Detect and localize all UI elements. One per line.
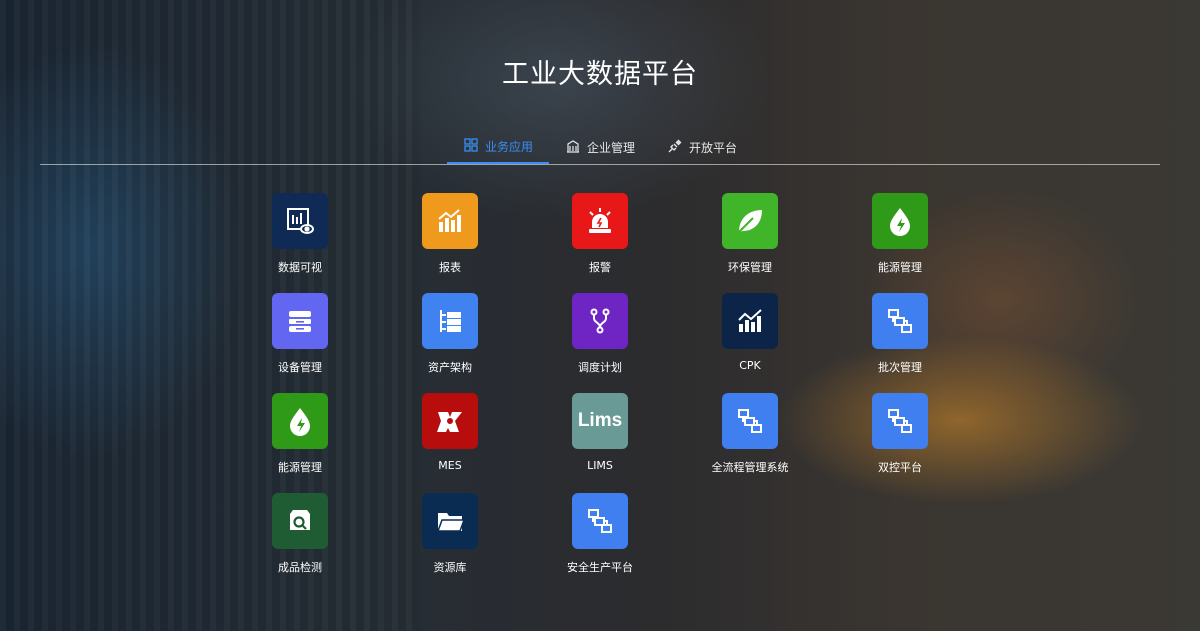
app-label: LIMS bbox=[587, 459, 613, 472]
energy-drop-icon bbox=[272, 393, 328, 449]
flow-nodes-icon bbox=[722, 393, 778, 449]
app-label: 资源库 bbox=[433, 561, 467, 574]
flow-nodes-icon bbox=[572, 493, 628, 549]
app-label: 全流程管理系统 bbox=[711, 461, 789, 474]
plug-icon bbox=[667, 138, 683, 157]
branch-icon bbox=[572, 293, 628, 349]
app-label: MES bbox=[438, 459, 462, 472]
app-environmental-management[interactable]: 环保管理 bbox=[675, 193, 825, 293]
app-label: 双控平台 bbox=[878, 461, 922, 474]
report-chart-icon bbox=[422, 193, 478, 249]
app-report[interactable]: 报表 bbox=[375, 193, 525, 293]
tab-divider bbox=[40, 164, 1160, 165]
app-label: 环保管理 bbox=[728, 261, 772, 274]
tab-business-apps[interactable]: 业务应用 bbox=[446, 130, 549, 164]
app-label: 批次管理 bbox=[878, 361, 922, 374]
app-label: 安全生产平台 bbox=[567, 561, 633, 574]
app-scheduling-plan[interactable]: 调度计划 bbox=[525, 293, 675, 393]
app-dual-control-platform[interactable]: 双控平台 bbox=[825, 393, 975, 493]
device-box-icon bbox=[272, 293, 328, 349]
app-product-inspection[interactable]: 成品检测 bbox=[225, 493, 375, 593]
tri-node-icon bbox=[422, 393, 478, 449]
app-label: 能源管理 bbox=[878, 261, 922, 274]
tree-list-icon bbox=[422, 293, 478, 349]
flow-nodes-icon bbox=[872, 293, 928, 349]
building-icon bbox=[565, 138, 581, 157]
lims-logo-text: Lims bbox=[577, 410, 623, 431]
app-label: 能源管理 bbox=[278, 461, 322, 474]
app-label: 数据可视 bbox=[278, 261, 322, 274]
app-label: 报表 bbox=[439, 261, 461, 274]
tab-label: 开放平台 bbox=[689, 140, 738, 155]
app-label: 资产架构 bbox=[428, 361, 472, 374]
flow-nodes-icon bbox=[872, 393, 928, 449]
tab-label: 业务应用 bbox=[484, 139, 533, 154]
app-data-visualization[interactable]: 数据可视 bbox=[225, 193, 375, 293]
folder-icon bbox=[422, 493, 478, 549]
app-energy-management-2[interactable]: 能源管理 bbox=[225, 393, 375, 493]
grid-icon bbox=[463, 137, 479, 156]
app-full-process-management[interactable]: 全流程管理系统 bbox=[675, 393, 825, 493]
alarm-siren-icon bbox=[572, 193, 628, 249]
tab-enterprise-management[interactable]: 企业管理 bbox=[549, 130, 651, 164]
tab-bar: 业务应用 企业管理 开放平台 bbox=[0, 130, 1200, 164]
app-cpk[interactable]: CPK bbox=[675, 293, 825, 393]
tab-label: 企业管理 bbox=[586, 140, 635, 155]
app-label: 报警 bbox=[589, 261, 611, 274]
app-label: CPK bbox=[739, 359, 761, 372]
lims-text-icon: Lims bbox=[572, 393, 628, 449]
app-asset-structure[interactable]: 资产架构 bbox=[375, 293, 525, 393]
app-resource-library[interactable]: 资源库 bbox=[375, 493, 525, 593]
app-batch-management[interactable]: 批次管理 bbox=[825, 293, 975, 393]
tab-open-platform[interactable]: 开放平台 bbox=[651, 130, 753, 164]
app-mes[interactable]: MES bbox=[375, 393, 525, 493]
app-energy-management[interactable]: 能源管理 bbox=[825, 193, 975, 293]
app-lims[interactable]: Lims LIMS bbox=[525, 393, 675, 493]
app-device-management[interactable]: 设备管理 bbox=[225, 293, 375, 393]
app-label: 成品检测 bbox=[278, 561, 322, 574]
app-safety-production-platform[interactable]: 安全生产平台 bbox=[525, 493, 675, 593]
page-title: 工业大数据平台 bbox=[502, 59, 698, 90]
inspect-box-icon bbox=[272, 493, 328, 549]
app-alarm[interactable]: 报警 bbox=[525, 193, 675, 293]
data-visualization-icon bbox=[272, 193, 328, 249]
trend-chart-icon bbox=[722, 293, 778, 349]
app-label: 调度计划 bbox=[578, 361, 622, 374]
app-label: 设备管理 bbox=[278, 361, 322, 374]
energy-drop-icon bbox=[872, 193, 928, 249]
app-grid: 数据可视 报表 报警 环保管理 能源管理 设备管理 资产架构 调度计划 CPK … bbox=[225, 193, 975, 593]
leaf-icon bbox=[722, 193, 778, 249]
